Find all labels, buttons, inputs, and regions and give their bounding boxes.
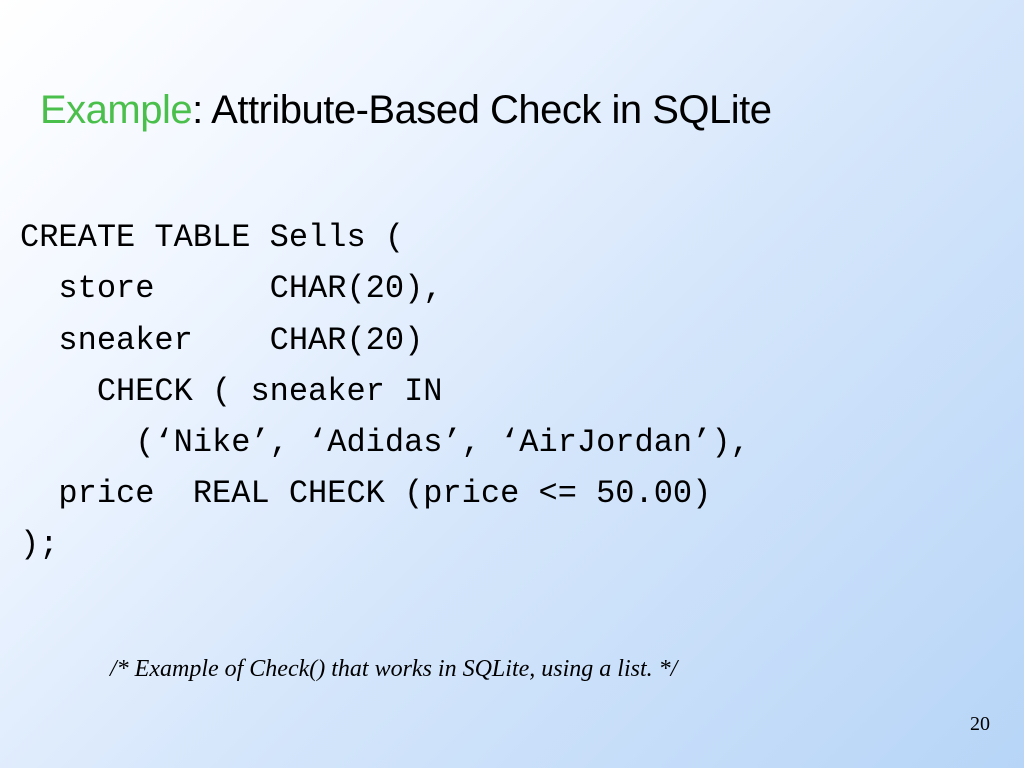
code-line: (‘Nike’, ‘Adidas’, ‘AirJordan’), xyxy=(20,424,750,461)
code-line: price REAL CHECK (price <= 50.00) xyxy=(20,475,711,512)
code-line: store CHAR(20), xyxy=(20,270,442,307)
code-line: CHECK ( sneaker IN xyxy=(20,373,442,410)
code-line: CREATE TABLE Sells ( xyxy=(20,219,404,256)
footnote: /* Example of Check() that works in SQLi… xyxy=(110,656,677,683)
slide: Example: Attribute-Based Check in SQLite… xyxy=(0,0,1024,768)
page-number: 20 xyxy=(970,713,990,736)
title-rest: : Attribute-Based Check in SQLite xyxy=(192,88,771,132)
code-line: ); xyxy=(20,526,58,563)
slide-title: Example: Attribute-Based Check in SQLite xyxy=(40,88,984,133)
code-block: CREATE TABLE Sells ( store CHAR(20), sne… xyxy=(20,161,984,571)
code-line: sneaker CHAR(20) xyxy=(20,322,423,359)
title-accent: Example xyxy=(40,88,192,132)
